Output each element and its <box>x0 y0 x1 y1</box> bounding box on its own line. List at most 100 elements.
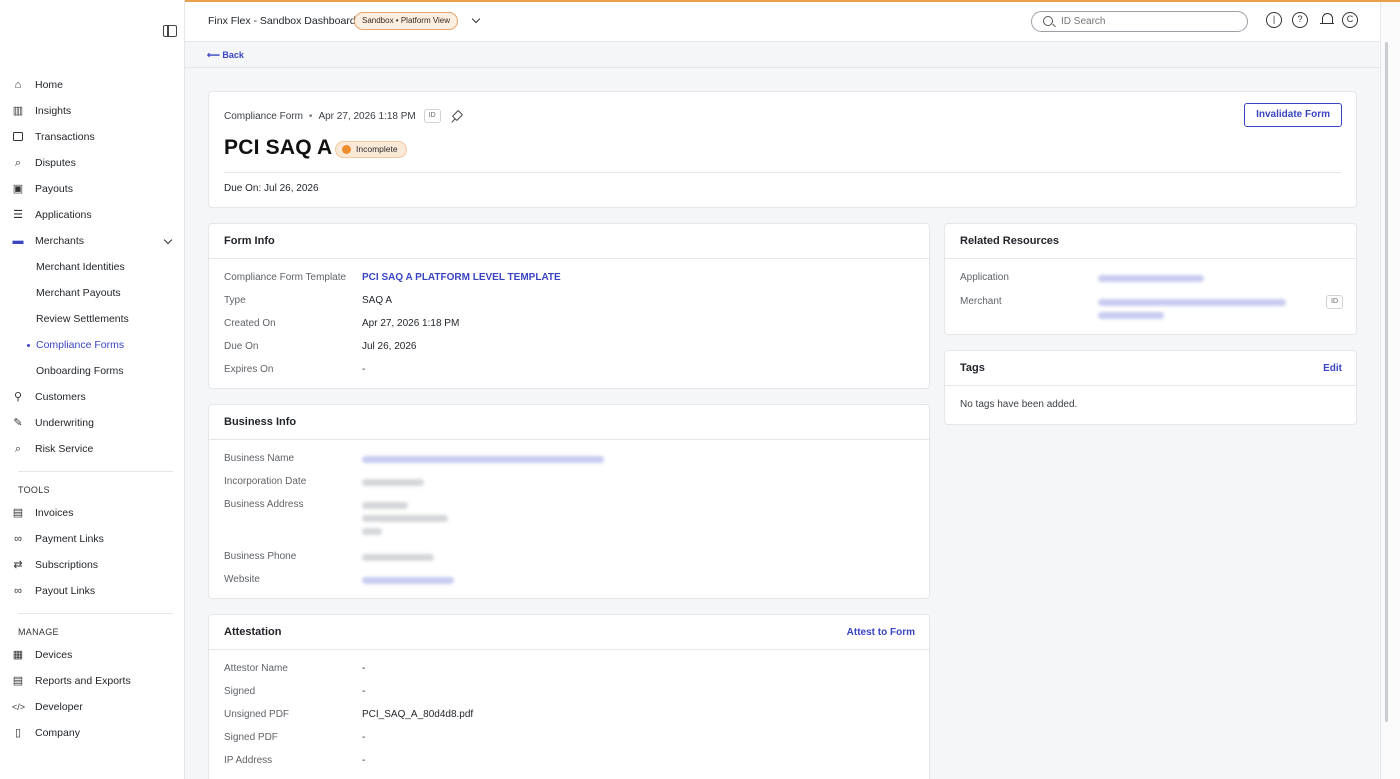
sidebar-item-label: Invoices <box>35 507 74 519</box>
info-row: Application <box>960 272 1340 286</box>
account-icon[interactable]: C <box>1342 12 1358 28</box>
sidebar-subitem-merchant-payouts[interactable]: Merchant Payouts <box>0 280 185 306</box>
separator-dot: • <box>308 110 313 122</box>
id-chip[interactable]: ID <box>1326 295 1343 309</box>
sidebar-item-payouts[interactable]: ▣ Payouts <box>0 176 185 202</box>
redacted-value <box>362 476 424 489</box>
row-label: Merchant <box>960 296 1002 307</box>
edit-tags-link[interactable]: Edit <box>1323 363 1342 374</box>
id-chip[interactable]: ID <box>423 109 441 123</box>
sidebar-item-label: Insights <box>35 105 72 117</box>
row-value: - <box>362 663 366 674</box>
sidebar-item-label: Risk Service <box>35 443 94 455</box>
card-header: Attestation Attest to Form <box>209 615 929 650</box>
report-icon: ▤ <box>12 675 24 687</box>
sidebar-item-transactions[interactable]: Transactions <box>0 124 185 150</box>
row-value: SAQ A <box>362 295 393 306</box>
sidebar-subitem-review-settlements[interactable]: Review Settlements <box>0 306 185 332</box>
sidebar-item-label: Payouts <box>35 183 73 195</box>
sidebar-item-company[interactable]: ▯ Company <box>0 720 185 746</box>
card-header: Tags Edit <box>945 351 1356 386</box>
sidebar-section-manage: MANAGE <box>18 627 59 637</box>
template-link[interactable]: PCI SAQ A PLATFORM LEVEL TEMPLATE <box>362 272 561 283</box>
invoice-icon: ▤ <box>12 507 24 519</box>
application-link[interactable] <box>1098 272 1204 285</box>
redacted-value <box>362 551 434 564</box>
sidebar-item-subscriptions[interactable]: ⇄ Subscriptions <box>0 552 185 578</box>
sidebar-item-home[interactable]: ⌂ Home <box>0 72 185 98</box>
sidebar: ⌂ Home ▥ Insights Transactions ⌕ Disputes ▣… <box>0 0 185 779</box>
sidebar-item-label: Review Settlements <box>36 313 129 325</box>
row-value: - <box>362 686 366 697</box>
search-icon <box>1043 16 1053 26</box>
status-badge: Incomplete <box>335 141 407 158</box>
sidebar-item-label: Merchants <box>35 235 85 247</box>
scrollbar[interactable] <box>1380 2 1400 779</box>
sidebar-item-label: Transactions <box>35 131 95 143</box>
sidebar-item-risk-service[interactable]: ⌕ Risk Service <box>0 436 185 462</box>
sidebar-item-developer[interactable]: </> Developer <box>0 694 185 720</box>
pin-icon[interactable] <box>451 111 462 122</box>
row-label: Type <box>224 295 246 306</box>
attest-to-form-link[interactable]: Attest to Form <box>847 627 915 638</box>
warning-icon <box>342 145 351 154</box>
form-timestamp: Apr 27, 2026 1:18 PM <box>318 110 416 122</box>
row-label: Due On <box>224 341 259 352</box>
invalidate-form-button[interactable]: Invalidate Form <box>1244 103 1342 127</box>
sidebar-item-reports[interactable]: ▤ Reports and Exports <box>0 668 185 694</box>
card-title: Form Info <box>224 235 275 247</box>
chevron-down-icon[interactable] <box>471 14 481 24</box>
sidebar-subitem-merchant-identities[interactable]: Merchant Identities <box>0 254 185 280</box>
risk-icon: ⌕ <box>14 443 22 455</box>
repeat-icon: ⇄ <box>13 559 23 571</box>
help-icon[interactable]: ? <box>1292 12 1308 28</box>
sidebar-item-devices[interactable]: ▦ Devices <box>0 642 185 668</box>
sidebar-item-customers[interactable]: ⚲ Customers <box>0 384 185 410</box>
sidebar-item-disputes[interactable]: ⌕ Disputes <box>0 150 185 176</box>
form-type-label: Compliance Form <box>224 110 303 122</box>
sidebar-toggle-icon[interactable] <box>163 25 177 37</box>
card-icon <box>12 131 24 143</box>
link-icon: ∞ <box>14 533 22 545</box>
sidebar-item-label: Developer <box>35 701 83 713</box>
sidebar-item-invoices[interactable]: ▤ Invoices <box>0 500 185 526</box>
chart-icon: ▥ <box>12 105 24 117</box>
row-label: Expires On <box>224 364 274 375</box>
row-label: Unsigned PDF <box>224 709 290 720</box>
sidebar-item-label: Customers <box>35 391 86 403</box>
list-icon: ☰ <box>13 209 23 221</box>
id-search[interactable] <box>1031 11 1248 32</box>
sidebar-item-insights[interactable]: ▥ Insights <box>0 98 185 124</box>
sidebar-divider <box>18 471 173 472</box>
sidebar-item-applications[interactable]: ☰ Applications <box>0 202 185 228</box>
sidebar-section-tools: TOOLS <box>18 485 50 495</box>
app-title: Finx Flex - Sandbox Dashboard <box>208 15 356 27</box>
back-label: Back <box>222 50 244 60</box>
sidebar-item-label: Compliance Forms <box>36 339 125 351</box>
sidebar-item-label: Devices <box>35 649 73 661</box>
person-icon: ⚲ <box>13 391 23 403</box>
scrollbar-thumb[interactable] <box>1385 42 1388 722</box>
home-icon: ⌂ <box>14 79 22 91</box>
theme-toggle-icon[interactable]: | <box>1266 12 1282 28</box>
back-link[interactable]: ⟵ Back <box>207 50 244 61</box>
sidebar-item-payout-links[interactable]: ∞ Payout Links <box>0 578 185 604</box>
code-icon: </> <box>12 702 26 712</box>
bell-icon[interactable] <box>1320 12 1334 28</box>
sidebar-subitem-onboarding-forms[interactable]: Onboarding Forms <box>0 358 185 384</box>
redacted-value[interactable] <box>362 453 604 466</box>
sidebar-item-merchants[interactable]: ▬ Merchants <box>0 228 185 254</box>
form-meta: Compliance Form • Apr 27, 2026 1:18 PM I… <box>224 109 462 123</box>
sidebar-subitem-compliance-forms[interactable]: Compliance Forms <box>0 332 185 358</box>
redacted-link[interactable] <box>362 574 454 587</box>
sidebar-item-payment-links[interactable]: ∞ Payment Links <box>0 526 185 552</box>
merchant-link[interactable] <box>1098 296 1286 319</box>
row-value: Jul 26, 2026 <box>362 341 417 352</box>
unsigned-pdf-file[interactable]: PCI_SAQ_A_80d4d8.pdf <box>362 709 473 720</box>
card-header: Form Info <box>209 224 929 259</box>
sidebar-item-label: Payout Links <box>35 585 96 597</box>
business-info-card: Business Info Business Name Incorporatio… <box>208 404 930 599</box>
search-input[interactable] <box>1061 14 1231 29</box>
sidebar-item-underwriting[interactable]: ✎ Underwriting <box>0 410 185 436</box>
environment-pill[interactable]: Sandbox • Platform View <box>354 12 459 30</box>
